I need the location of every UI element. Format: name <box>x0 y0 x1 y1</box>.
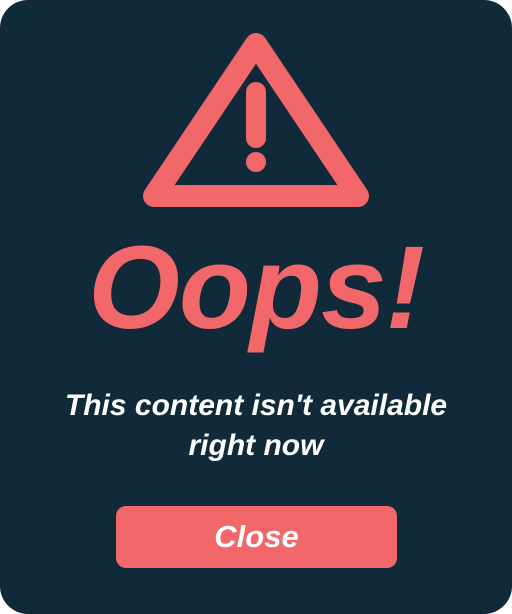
error-dialog: Oops! This content isn't available right… <box>0 0 512 614</box>
error-title: Oops! <box>88 222 425 354</box>
error-message: This content isn't available right now <box>64 389 448 462</box>
warning-triangle-icon <box>143 33 369 207</box>
close-button-label: Close <box>214 519 299 554</box>
close-button[interactable]: Close <box>116 506 397 568</box>
